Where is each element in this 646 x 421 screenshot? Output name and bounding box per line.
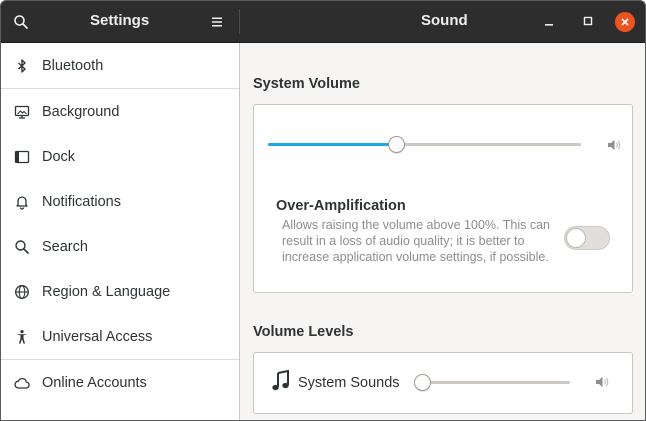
sidebar-item-bluetooth[interactable]: Bluetooth — [1, 43, 239, 88]
sidebar-item-label: Notifications — [42, 193, 121, 210]
sidebar-item-background[interactable]: Background — [1, 89, 239, 134]
sidebar-item-region-language[interactable]: Region & Language — [1, 269, 239, 314]
volume-levels-frame: System Sounds — [253, 352, 633, 414]
sidebar-item-label: Background — [42, 103, 120, 120]
music-note-icon — [272, 370, 289, 391]
dock-icon — [14, 149, 30, 165]
switch-knob — [566, 228, 586, 248]
settings-window: Settings Sound Bluetooth Background Dock… — [0, 0, 646, 421]
cloud-icon — [14, 375, 30, 391]
bluetooth-icon — [14, 58, 30, 74]
sidebar-item-online-accounts[interactable]: Online Accounts — [1, 360, 239, 405]
sidebar-item-search[interactable]: Search — [1, 224, 239, 269]
sidebar-title: Settings — [90, 12, 150, 29]
search-icon — [14, 15, 28, 29]
over-amplification-description: Allows raising the volume above 100%. Th… — [282, 218, 550, 264]
speaker-muted-icon — [608, 140, 621, 150]
slider-fill — [268, 143, 396, 146]
hamburger-menu-icon — [212, 17, 222, 27]
system-sounds-label: System Sounds — [298, 375, 400, 391]
sidebar-item-label: Bluetooth — [42, 57, 104, 74]
maximize-button[interactable] — [576, 9, 600, 33]
page-title: Sound — [421, 12, 468, 29]
header-bar: Settings Sound — [1, 1, 645, 43]
system-sounds-slider[interactable] — [414, 374, 570, 391]
sidebar-header: Settings — [1, 1, 239, 42]
sidebar: Bluetooth Background Dock Notifications — [1, 43, 240, 420]
speaker-muted-icon — [596, 377, 609, 387]
monitor-icon — [14, 104, 30, 120]
slider-knob[interactable] — [414, 374, 431, 391]
sidebar-item-label: Dock — [42, 148, 76, 165]
maximize-icon — [583, 16, 593, 26]
over-amplification-title: Over-Amplification — [276, 198, 406, 214]
sidebar-item-universal-access[interactable]: Universal Access — [1, 314, 239, 359]
sidebar-item-label: Online Accounts — [42, 374, 147, 391]
sidebar-item-dock[interactable]: Dock — [1, 134, 239, 179]
bell-icon — [14, 194, 30, 210]
search-icon — [14, 239, 30, 255]
sidebar-item-label: Search — [42, 238, 88, 255]
sidebar-item-label: Universal Access — [42, 328, 153, 345]
menu-button[interactable] — [205, 10, 229, 34]
close-button[interactable] — [615, 12, 635, 32]
header-divider — [239, 9, 240, 34]
volume-levels-heading: Volume Levels — [253, 324, 354, 340]
system-volume-frame: Over-Amplification Allows raising the vo… — [253, 104, 633, 293]
system-volume-heading: System Volume — [253, 76, 360, 92]
minimize-button[interactable] — [537, 9, 561, 33]
globe-icon — [14, 284, 30, 300]
sidebar-item-notifications[interactable]: Notifications — [1, 179, 239, 224]
system-volume-slider[interactable] — [268, 136, 581, 153]
slider-knob[interactable] — [388, 136, 405, 153]
search-button[interactable] — [9, 10, 33, 34]
accessibility-icon — [14, 329, 30, 345]
minimize-icon — [545, 24, 553, 26]
over-amplification-switch[interactable] — [564, 226, 610, 250]
sidebar-item-label: Region & Language — [42, 283, 171, 300]
sound-panel[interactable]: System Volume Over-Amplification Allows … — [240, 43, 645, 420]
close-icon — [621, 18, 629, 26]
